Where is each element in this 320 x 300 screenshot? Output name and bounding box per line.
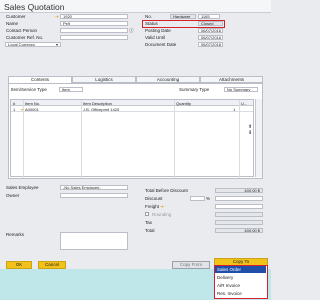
contact-person-field[interactable] bbox=[60, 28, 128, 33]
freight-link-arrow-icon[interactable]: ➜ bbox=[160, 204, 164, 210]
doc-number-label: No. bbox=[145, 14, 153, 19]
document-date-field[interactable]: 06/07/2016 bbox=[198, 42, 223, 47]
rounding-checkbox[interactable] bbox=[145, 212, 149, 216]
rounding-field bbox=[215, 212, 263, 217]
copy-to-menu: Sales Order Delivery A/R Invoice Res. In… bbox=[214, 265, 268, 299]
title-bar: Sales Quotation bbox=[0, 0, 271, 13]
total-before-discount-field: 400.00 $ bbox=[215, 188, 263, 193]
tab-logistics[interactable]: Logistics bbox=[72, 76, 136, 83]
summary-type-select[interactable]: No Summary bbox=[224, 87, 258, 92]
ok-button[interactable]: OK bbox=[6, 261, 32, 269]
total-label: Total bbox=[145, 228, 155, 233]
name-field[interactable]: Pelt bbox=[60, 21, 128, 26]
document-date-label: Document Date bbox=[145, 42, 177, 47]
item-table: # Item No. Item Description Quantity U..… bbox=[10, 99, 254, 178]
tab-attachments[interactable]: Attachments bbox=[200, 76, 263, 83]
currency-select-label: Local Currency bbox=[8, 42, 35, 47]
tab-bar: Contents Logistics Accounting Attachment… bbox=[8, 76, 263, 83]
menu-item-res-invoice[interactable]: Res. Invoice bbox=[217, 291, 242, 296]
customer-link-arrow-icon[interactable]: ➜ bbox=[55, 14, 59, 20]
chevron-down-icon[interactable]: ▾ bbox=[56, 42, 58, 47]
table-scrollbar[interactable] bbox=[255, 99, 262, 177]
row-num: 1 bbox=[13, 106, 16, 112]
tax-label: Tax bbox=[145, 220, 153, 225]
col-divider bbox=[81, 100, 82, 178]
contact-info-icon[interactable]: ⓘ bbox=[129, 28, 134, 34]
valid-until-label: Valid Until bbox=[145, 35, 165, 40]
discount-label: Discount bbox=[145, 196, 163, 201]
owner-field[interactable] bbox=[60, 193, 128, 198]
col-divider bbox=[23, 100, 24, 178]
move-down-icon[interactable]: ⬇ bbox=[248, 130, 254, 136]
status-field: Closed bbox=[198, 21, 223, 26]
item-service-type-select[interactable]: Item bbox=[59, 87, 83, 92]
discount-percent-sign: % bbox=[206, 196, 211, 201]
remarks-label: Remarks bbox=[6, 232, 25, 237]
tab-accounting[interactable]: Accounting bbox=[136, 76, 200, 83]
contact-person-label: Contact Person bbox=[6, 28, 38, 33]
menu-item-sales-order[interactable]: Sales Order bbox=[217, 267, 241, 272]
table-row[interactable]: 1 ➜ A00001 J.B. Officeprint 1420 1 bbox=[11, 106, 253, 112]
posting-date-label: Posting Date bbox=[145, 28, 171, 33]
currency-select[interactable]: Local Currency bbox=[5, 42, 61, 47]
copy-from-button[interactable]: Copy From bbox=[172, 261, 210, 269]
tax-field bbox=[215, 220, 263, 225]
row-item-no[interactable]: A00001 bbox=[25, 107, 39, 112]
valid-until-field[interactable]: 06/07/2016 bbox=[198, 35, 223, 40]
name-label: Name bbox=[6, 21, 19, 26]
col-num: # bbox=[13, 100, 16, 106]
sales-employee-select[interactable]: -No Sales Employee- bbox=[60, 185, 128, 190]
customer-ref-label: Customer Ref. No. bbox=[6, 35, 44, 40]
row-tools: ⬆ ⬇ bbox=[248, 124, 254, 154]
sales-employee-label: Sales Employee bbox=[6, 185, 39, 190]
customer-ref-field[interactable] bbox=[60, 35, 128, 40]
row-item-description[interactable]: J.B. Officeprint 1420 bbox=[83, 107, 119, 112]
rounding-label: Rounding bbox=[152, 212, 172, 217]
row-quantity[interactable]: 1 bbox=[233, 107, 235, 112]
col-quantity: Quantity bbox=[176, 100, 191, 106]
col-item-no: Item No. bbox=[25, 100, 41, 106]
posting-date-field[interactable]: 06/07/2016 bbox=[198, 28, 223, 33]
total-field: 400.00 $ bbox=[215, 228, 263, 233]
col-divider bbox=[174, 100, 175, 178]
contents-panel: Item/Service Type Item Summary Type No S… bbox=[8, 83, 263, 179]
owner-label: Owner bbox=[6, 193, 20, 198]
discount-percent-field[interactable] bbox=[190, 196, 205, 201]
customer-label: Customer bbox=[6, 14, 26, 19]
col-divider bbox=[239, 100, 240, 178]
freight-label: Freight bbox=[145, 204, 160, 209]
cancel-button[interactable]: Cancel bbox=[38, 261, 66, 269]
total-before-discount-label: Total Before Discount bbox=[145, 188, 188, 193]
menu-item-ar-invoice[interactable]: A/R Invoice bbox=[217, 283, 240, 288]
tab-contents[interactable]: Contents bbox=[8, 76, 72, 83]
menu-item-delivery[interactable]: Delivery bbox=[217, 275, 233, 280]
col-item-description: Item Description bbox=[83, 100, 112, 106]
status-label: Status bbox=[145, 21, 158, 26]
customer-field[interactable]: 1920 bbox=[60, 14, 128, 19]
summary-type-label: Summary Type bbox=[179, 87, 210, 92]
doc-number-field[interactable]: 1165 bbox=[198, 14, 220, 19]
series-select[interactable]: Hardware bbox=[170, 14, 196, 19]
remarks-field[interactable] bbox=[60, 232, 128, 250]
col-uom: U... bbox=[241, 100, 248, 106]
window-title: Sales Quotation bbox=[4, 2, 65, 12]
freight-field[interactable] bbox=[215, 204, 263, 209]
discount-amount-field[interactable] bbox=[215, 196, 263, 201]
item-service-type-label: Item/Service Type bbox=[11, 87, 47, 92]
